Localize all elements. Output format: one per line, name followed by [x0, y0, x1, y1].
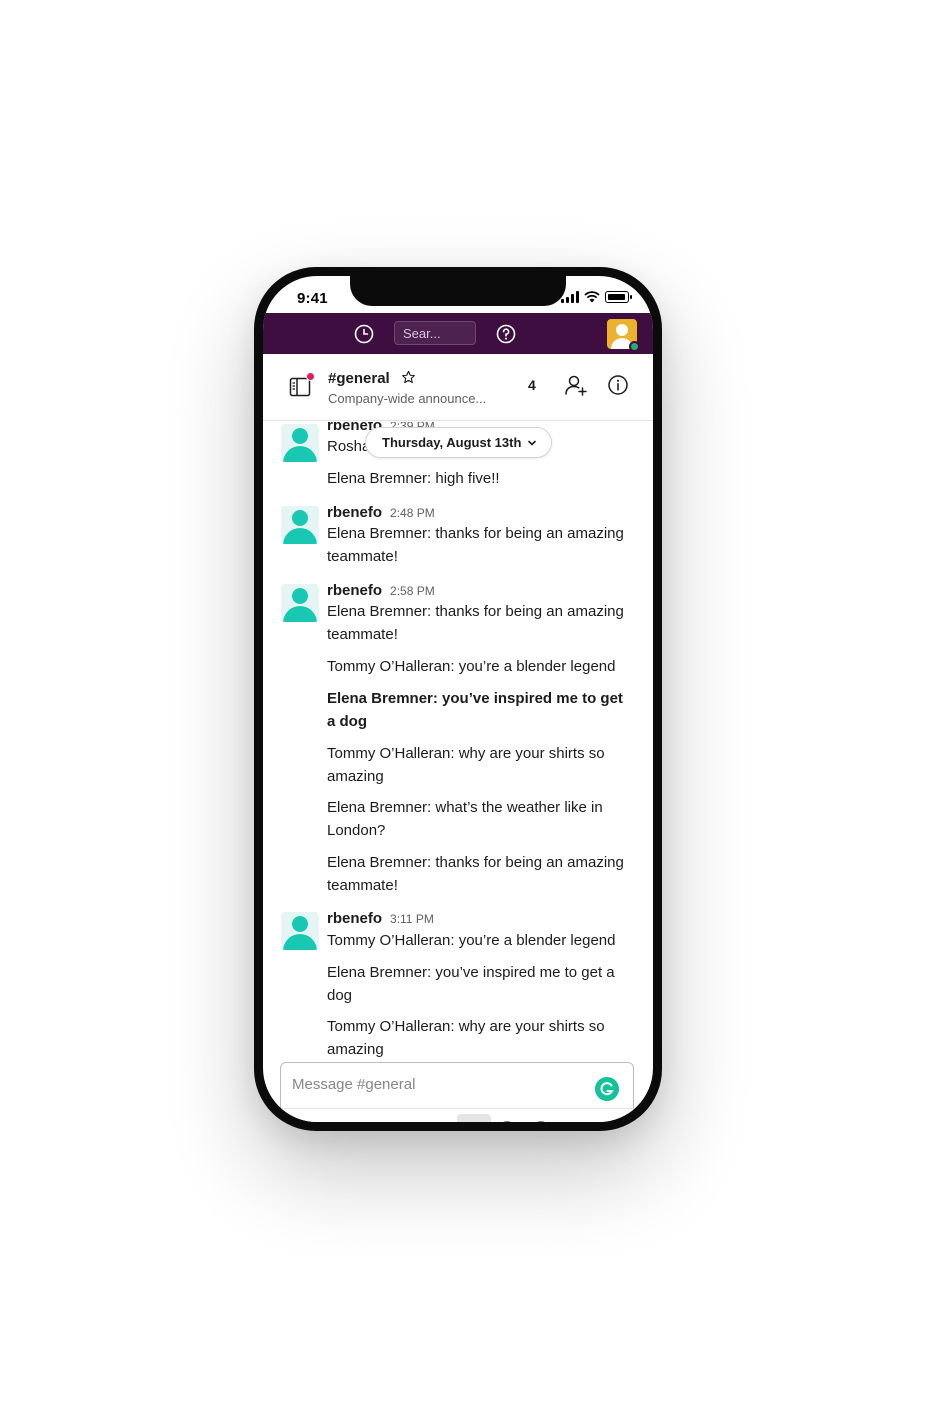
message-text: Elena Bremner: thanks for being an amazi…: [327, 603, 624, 643]
channel-name[interactable]: #general: [328, 370, 390, 387]
avatar[interactable]: [281, 584, 319, 622]
send-icon[interactable]: [601, 1120, 617, 1122]
help-icon[interactable]: [495, 323, 517, 345]
author-name[interactable]: rbenefo: [327, 582, 382, 599]
message-input[interactable]: Message #general: [292, 1076, 415, 1093]
message-text: Elena Bremner: high five!!: [327, 470, 500, 487]
phone-frame: 9:41 Sear... #general Company-wide annou…: [254, 267, 662, 1131]
message-header: rbenefo 2:48 PM: [327, 504, 435, 521]
message-timestamp[interactable]: 2:58 PM: [390, 584, 435, 598]
composer-toolbar: B I ... Aa: [281, 1108, 635, 1122]
battery-icon: [605, 291, 632, 303]
app-screen: 9:41 Sear... #general Company-wide annou…: [263, 276, 653, 1122]
message-timestamp[interactable]: 2:48 PM: [390, 506, 435, 520]
channel-header: #general Company-wide announce... 4: [263, 354, 653, 421]
message-header: rbenefo 2:58 PM: [327, 582, 435, 599]
attach-icon[interactable]: [567, 1120, 583, 1122]
search-input[interactable]: Sear...: [394, 321, 476, 345]
member-count[interactable]: 4: [528, 377, 536, 393]
channel-topic[interactable]: Company-wide announce...: [328, 391, 486, 406]
presence-indicator: [629, 341, 640, 352]
workspace-top-bar: Sear...: [263, 313, 653, 354]
avatar[interactable]: [281, 506, 319, 544]
wifi-icon: [584, 291, 600, 303]
message-header: rbenefo 3:11 PM: [327, 910, 434, 927]
date-divider-button[interactable]: Thursday, August 13th: [365, 427, 553, 458]
message-text: Tommy O’Halleran: why are your shirts so…: [327, 745, 605, 785]
mention-icon[interactable]: [499, 1120, 515, 1122]
italic-button[interactable]: I: [375, 1120, 380, 1122]
message-text-unread: Elena Bremner: you’ve inspired me to get…: [327, 690, 623, 730]
message-text: Tommy O’Halleran: you’re a blender legen…: [327, 932, 616, 949]
bold-button[interactable]: B: [339, 1120, 349, 1122]
author-name[interactable]: rbenefo: [327, 910, 382, 927]
date-divider-label: Thursday, August 13th: [382, 435, 522, 450]
status-icons: [561, 291, 632, 303]
notification-dot: [306, 372, 315, 381]
message-text: Tommy O’Halleran: you’re a blender legen…: [327, 658, 616, 675]
author-name[interactable]: rbenefo: [327, 504, 382, 521]
chevron-down-icon: [528, 440, 537, 446]
message-text: Elena Bremner: you’ve inspired me to get…: [327, 964, 615, 1004]
avatar[interactable]: [281, 424, 319, 462]
text-format-button[interactable]: Aa: [457, 1114, 491, 1122]
message-text: Elena Bremner: thanks for being an amazi…: [327, 525, 624, 565]
emoji-icon[interactable]: [533, 1120, 549, 1122]
grammarly-icon[interactable]: [595, 1077, 619, 1101]
message-composer: Message #general B I ... Aa: [280, 1062, 635, 1122]
message-text: Elena Bremner: what’s the weather like i…: [327, 799, 603, 839]
message-timestamp[interactable]: 3:11 PM: [390, 912, 434, 926]
shortcuts-icon[interactable]: [291, 1120, 307, 1122]
info-icon[interactable]: [607, 374, 629, 396]
device-notch: [350, 276, 566, 306]
status-time: 9:41: [297, 290, 328, 307]
more-formatting-button[interactable]: ...: [405, 1120, 417, 1122]
message-text: Elena Bremner: thanks for being an amazi…: [327, 854, 624, 894]
message-text: Tommy O’Halleran: why are your shirts so…: [327, 1018, 605, 1058]
avatar[interactable]: [281, 912, 319, 950]
add-user-icon[interactable]: [564, 373, 588, 397]
star-icon[interactable]: [401, 370, 416, 385]
history-icon[interactable]: [353, 323, 375, 345]
message-list[interactable]: Thursday, August 13th rbenefo 2:39 PM Ro…: [263, 422, 653, 1062]
